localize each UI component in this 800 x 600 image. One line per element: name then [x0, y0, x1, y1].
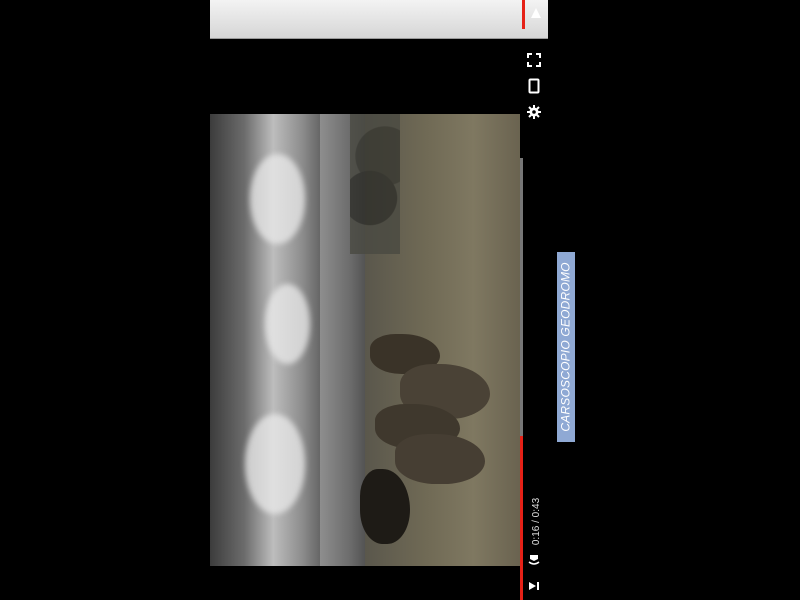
cloud	[265, 284, 310, 364]
video-caption-overlay: CARSOSCOPIO GEODROMO	[557, 252, 575, 442]
treeline	[350, 114, 400, 254]
gear-icon[interactable]	[526, 104, 542, 120]
player-controls: 0:16 / 0:43	[520, 46, 550, 600]
skip-next-icon[interactable]	[526, 578, 542, 594]
video-frame[interactable]	[210, 114, 520, 566]
mini-progress-indicator	[522, 0, 525, 29]
device-icon[interactable]	[526, 78, 542, 94]
play-triangle-icon[interactable]	[529, 6, 543, 20]
time-display: 0:16 / 0:43	[531, 497, 543, 545]
mini-player-bar[interactable]	[210, 0, 548, 39]
cloud	[245, 414, 305, 514]
fullscreen-icon[interactable]	[526, 52, 542, 68]
dinosaur	[395, 434, 485, 484]
volume-icon[interactable]	[526, 552, 542, 568]
cloud	[250, 154, 305, 244]
